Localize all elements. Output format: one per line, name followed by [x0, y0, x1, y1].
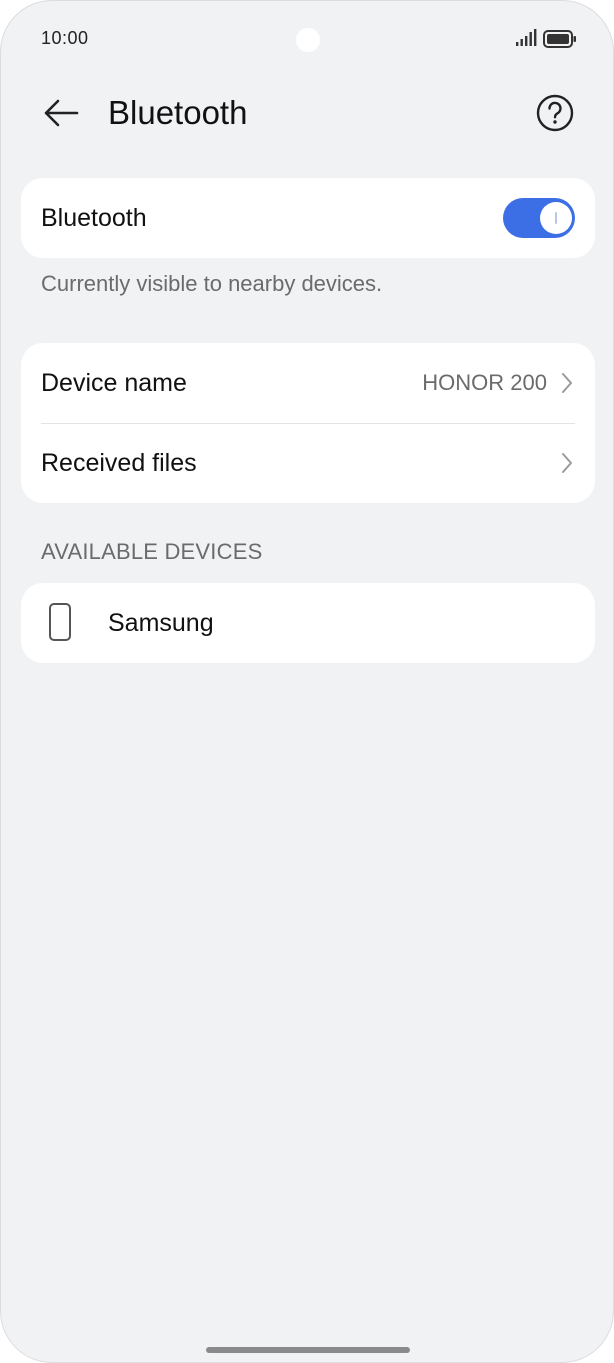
phone-screen: 10:00 Bluetooth Bluetooth Currently visi… — [0, 0, 614, 1363]
arrow-left-icon — [44, 99, 79, 127]
bluetooth-label: Bluetooth — [41, 204, 147, 232]
available-devices-card: Samsung — [21, 583, 595, 663]
status-time: 10:00 — [41, 28, 89, 48]
help-button[interactable] — [535, 93, 575, 133]
chevron-right-icon — [562, 373, 572, 393]
device-item-name: Samsung — [108, 609, 214, 637]
bluetooth-toggle-row[interactable]: Bluetooth — [21, 178, 595, 258]
chevron-right-icon — [562, 453, 572, 473]
available-devices-header: AVAILABLE DEVICES — [41, 539, 263, 564]
app-header: Bluetooth — [1, 77, 613, 149]
switch-on-mark — [555, 212, 557, 224]
page-title: Bluetooth — [108, 94, 248, 131]
switch-knob — [540, 202, 572, 234]
bluetooth-switch[interactable] — [503, 198, 575, 238]
device-name-label: Device name — [41, 369, 187, 397]
home-indicator[interactable] — [206, 1347, 410, 1353]
status-bar: 10:00 — [1, 1, 613, 77]
camera-cutout — [296, 28, 320, 52]
device-item-samsung[interactable]: Samsung — [21, 583, 595, 663]
settings-card: Device name HONOR 200 Received files — [21, 343, 595, 503]
back-button[interactable] — [37, 91, 85, 135]
signal-bars-icon — [516, 29, 537, 46]
bluetooth-toggle-card: Bluetooth — [21, 178, 595, 258]
device-name-row[interactable]: Device name HONOR 200 — [21, 343, 595, 423]
visibility-hint: Currently visible to nearby devices. — [41, 271, 383, 296]
received-files-label: Received files — [41, 449, 197, 477]
device-name-value: HONOR 200 — [422, 370, 547, 395]
phone-device-icon — [49, 603, 71, 641]
question-circle-icon — [536, 94, 574, 132]
battery-full-icon — [543, 30, 576, 48]
received-files-row[interactable]: Received files — [21, 423, 595, 503]
